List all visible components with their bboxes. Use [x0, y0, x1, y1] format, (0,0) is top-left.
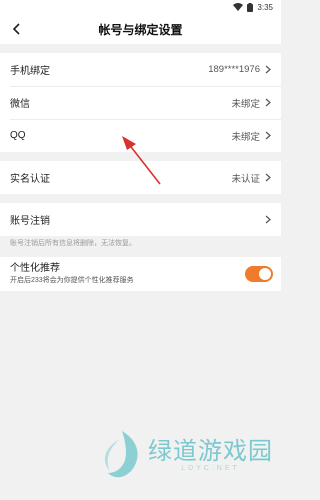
- chevron-right-icon: [265, 65, 271, 74]
- chevron-right-icon: [265, 215, 271, 224]
- personalization-title: 个性化推荐: [10, 263, 60, 274]
- account-cancel-note: 账号注销后所有信息将删除，无法恢复。: [0, 236, 281, 254]
- account-cancel-row[interactable]: 账号注销: [0, 203, 281, 236]
- phone-binding-value: 189****1976: [208, 64, 260, 75]
- chevron-right-icon: [265, 131, 271, 140]
- back-arrow-icon: [12, 23, 20, 35]
- phone-binding-row[interactable]: 手机绑定 189****1976: [0, 53, 281, 86]
- qq-binding-value: 未绑定: [231, 131, 260, 143]
- watermark-logo-icon: [104, 431, 138, 478]
- cancel-group: 账号注销: [0, 203, 281, 236]
- battery-icon: [247, 2, 254, 12]
- personalization-row: 个性化推荐 开启后233将会为你提供个性化推荐服务: [0, 257, 281, 291]
- personalization-toggle[interactable]: [245, 266, 273, 282]
- account-cancel-label: 账号注销: [10, 216, 50, 227]
- phone-binding-label: 手机绑定: [10, 66, 50, 77]
- real-name-verification-value: 未认证: [231, 173, 260, 185]
- personalization-description: 开启后233将会为你提供个性化推荐服务: [10, 277, 134, 284]
- watermark-text: 绿道游戏园 LDYC.NET: [148, 437, 273, 472]
- status-bar: 3:35: [0, 0, 281, 14]
- title-bar: 帐号与绑定设置: [0, 14, 281, 44]
- personalization-text: 个性化推荐 开启后233将会为你提供个性化推荐服务: [10, 262, 245, 286]
- chevron-right-icon: [265, 173, 271, 182]
- chevron-right-icon: [265, 98, 271, 107]
- watermark: 绿道游戏园 LDYC.NET: [100, 420, 278, 490]
- watermark-text-en: LDYC.NET: [181, 464, 240, 472]
- wifi-icon: [233, 3, 244, 11]
- annotation-arrow-icon: [122, 136, 161, 185]
- status-time: 3:35: [257, 2, 273, 12]
- wechat-binding-row[interactable]: 微信 未绑定: [0, 86, 281, 119]
- wechat-binding-label: 微信: [10, 99, 30, 110]
- wechat-binding-value: 未绑定: [231, 98, 260, 110]
- back-button[interactable]: [8, 20, 26, 38]
- watermark-text-cn: 绿道游戏园: [148, 437, 273, 465]
- page-title: 帐号与绑定设置: [98, 22, 183, 37]
